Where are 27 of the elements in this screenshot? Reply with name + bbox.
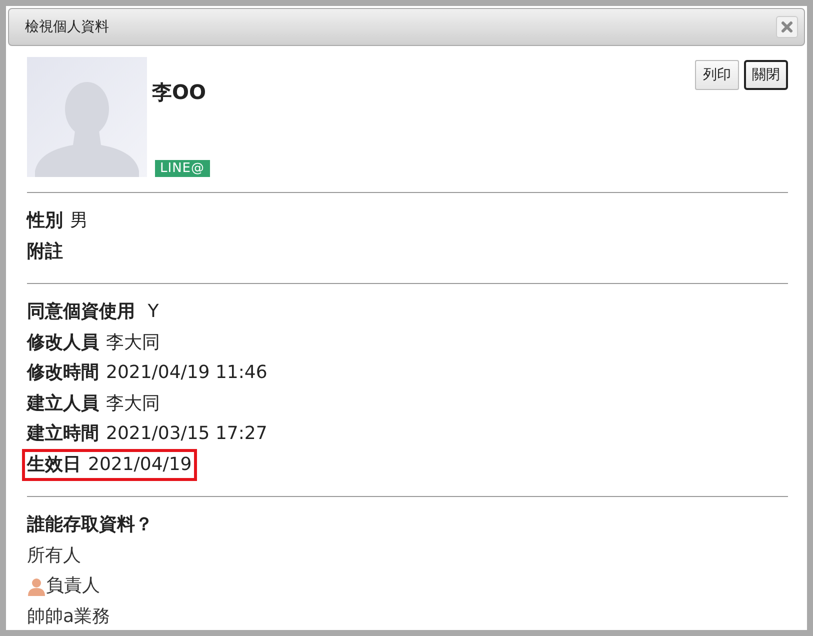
dialog-title: 檢視個人資料 — [25, 18, 109, 36]
close-button[interactable] — [776, 16, 798, 38]
field-label: 附註 — [27, 240, 63, 264]
access-entry: 負責人 — [46, 574, 100, 598]
close-icon — [781, 21, 793, 33]
access-heading: 誰能存取資料？ — [27, 513, 153, 537]
profile-name: 李OO — [152, 79, 208, 106]
field-value: 2021/04/19 — [88, 452, 192, 476]
field-label: 建立人員 — [27, 392, 99, 416]
field-label: 修改人員 — [27, 330, 99, 354]
field-value: 2021/04/19 11:46 — [106, 361, 268, 385]
line-tag: LINE@ — [155, 160, 210, 177]
access-entry: 所有人 — [27, 544, 81, 568]
field-value: Y — [146, 300, 159, 324]
close-dialog-button[interactable]: 關閉 — [744, 60, 788, 90]
field-label: 同意個資使用 — [27, 300, 135, 324]
person-icon — [27, 576, 46, 596]
field-label: 修改時間 — [27, 361, 99, 385]
field-label: 性別 — [27, 209, 63, 233]
field-value: 2021/03/15 17:27 — [106, 422, 268, 446]
field-value: 李大同 — [106, 392, 160, 416]
field-label: 建立時間 — [27, 422, 99, 446]
field-label: 生效日 — [27, 452, 81, 476]
print-button[interactable]: 列印 — [695, 60, 739, 90]
access-entry: 帥帥a業務 — [27, 604, 110, 628]
field-value: 男 — [70, 209, 88, 233]
field-value: 李大同 — [106, 330, 160, 354]
